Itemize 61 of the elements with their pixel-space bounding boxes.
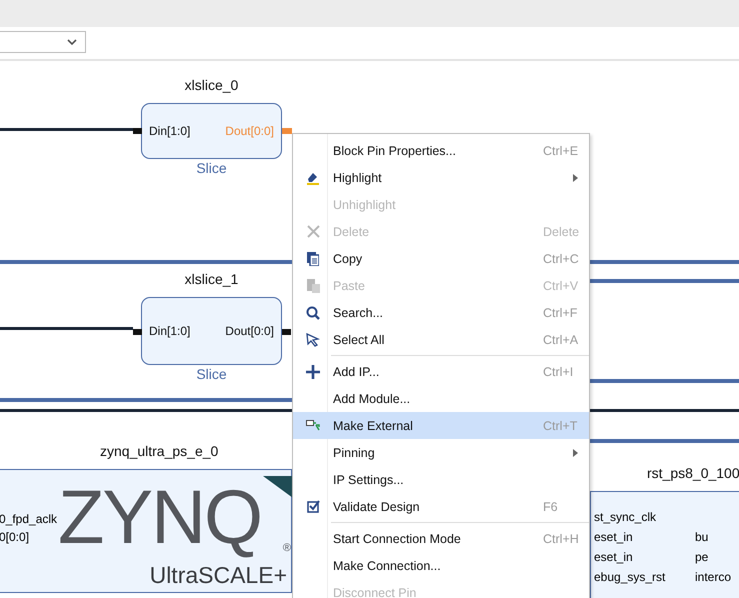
shortcut-label: Ctrl+C: [543, 252, 579, 266]
pin-stub: [133, 329, 142, 335]
menu-item[interactable]: Start Connection Mode Ctrl+H: [293, 525, 589, 552]
logo-subtitle: UltraSCALE+: [150, 562, 287, 589]
cursor-icon: [306, 332, 320, 346]
pin-label: st_sync_clk: [594, 510, 656, 524]
pin-label: bu: [695, 530, 708, 544]
pin-label: Dout[0:0]: [225, 124, 274, 138]
block-type-label: Slice: [195, 366, 228, 382]
menu-item[interactable]: Validate Design F6: [293, 493, 589, 520]
checkbox-icon: [306, 500, 320, 513]
menu-item[interactable]: Copy Ctrl+C: [293, 245, 589, 272]
pin-label: eset_in: [594, 550, 633, 564]
menu-item[interactable]: Select All Ctrl+A: [293, 326, 589, 353]
close-icon: [306, 225, 320, 238]
pin-label: pe: [695, 550, 708, 564]
highlighter-icon: [306, 170, 320, 184]
menu-item[interactable]: Make External Ctrl+T: [293, 412, 589, 439]
shortcut-label: Ctrl+E: [543, 144, 578, 158]
block-type-label: Slice: [195, 160, 228, 176]
menu-item[interactable]: Block Pin Properties... Ctrl+E: [293, 137, 589, 164]
menu-item[interactable]: Highlight: [293, 164, 589, 191]
view-dropdown[interactable]: [0, 31, 86, 53]
shortcut-label: Ctrl+I: [543, 364, 574, 378]
pin-label: eset_in: [594, 530, 633, 544]
shortcut-label: Ctrl+V: [543, 278, 578, 292]
block-title: rst_ps8_0_100: [646, 465, 739, 481]
menu-item[interactable]: IP Settings...: [293, 466, 589, 493]
pin-label: Din[1:0]: [149, 124, 190, 138]
block-title: zynq_ultra_ps_e_0: [99, 443, 220, 459]
registered-mark: ®: [282, 542, 291, 554]
logo-text: ZYNQ: [58, 480, 262, 556]
menu-item[interactable]: Search... Ctrl+F: [293, 299, 589, 326]
shortcut-label: Ctrl+H: [543, 532, 579, 546]
ip-block[interactable]: st_sync_clk eset_in bu eset_in pe ebug_sys_rst interco: [590, 491, 739, 598]
block-title: xlslice_0: [184, 77, 240, 93]
plus-icon: [306, 364, 320, 378]
shortcut-label: Ctrl+F: [543, 306, 578, 320]
ip-block[interactable]: Din[1:0] Dout[0:0]: [141, 297, 282, 365]
shortcut-label: Ctrl+A: [543, 332, 578, 346]
pin-stub: [282, 329, 291, 335]
triangle-icon: [263, 476, 293, 498]
pin-label: interco: [695, 570, 732, 584]
port-arrow-icon: [306, 420, 320, 431]
copy-icon: [307, 252, 319, 266]
paste-icon: [306, 278, 320, 292]
menu-item[interactable]: Add Module...: [293, 385, 589, 412]
pin-label: Dout[0:0]: [225, 324, 274, 338]
ip-block[interactable]: Din[1:0] Dout[0:0]: [141, 103, 282, 159]
shortcut-label: Delete: [543, 224, 580, 238]
chevron-down-icon: [67, 38, 77, 46]
block-title: xlslice_1: [184, 271, 240, 287]
menu-item[interactable]: Add IP... Ctrl+I: [293, 358, 589, 385]
pin-label: ebug_sys_rst: [594, 570, 666, 584]
shortcut-label: F6: [543, 500, 558, 514]
shortcut-label: Ctrl+T: [543, 418, 578, 432]
pin-stub: [133, 128, 142, 134]
search-icon: [306, 306, 320, 320]
menu-item[interactable]: Make Connection...: [293, 552, 589, 579]
pin-label: Din[1:0]: [149, 324, 190, 338]
menu-item[interactable]: Pinning: [293, 439, 589, 466]
